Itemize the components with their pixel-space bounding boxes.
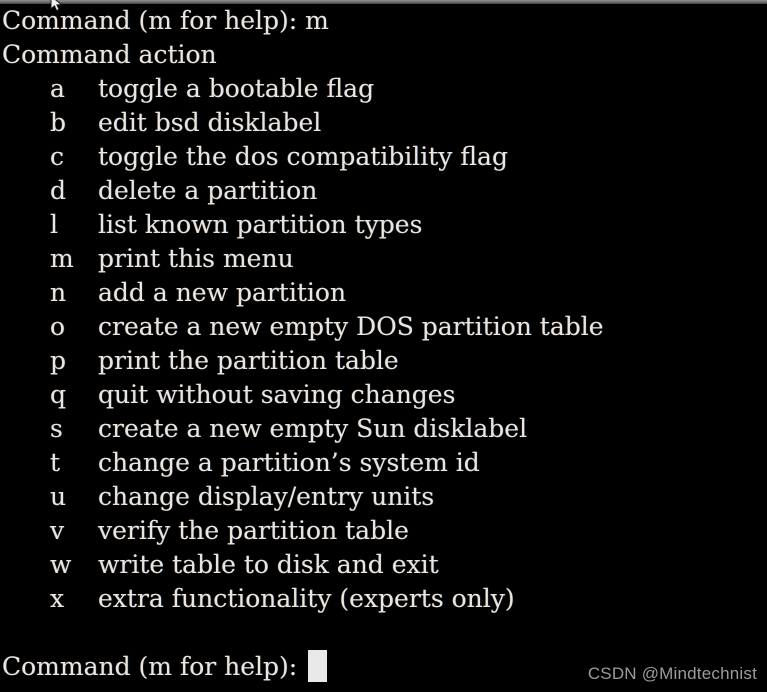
terminal-line-command-action-header: Command action: [2, 40, 217, 69]
menu-item-s: s create a new empty Sun disklabel: [0, 412, 767, 446]
menu-item-v: v verify the partition table: [0, 514, 767, 548]
menu-key-t: t: [50, 448, 61, 477]
menu-item-n: n add a new partition: [0, 276, 767, 310]
menu-desc-b: edit bsd disklabel: [98, 108, 322, 137]
menu-item-o: o create a new empty DOS partition table: [0, 310, 767, 344]
menu-item-t: t change a partition’s system id: [0, 446, 767, 480]
menu-desc-o: create a new empty DOS partition table: [98, 312, 604, 341]
menu-desc-t: change a partition’s system id: [98, 448, 480, 477]
menu-key-w: w: [50, 550, 72, 579]
menu-desc-m: print this menu: [98, 244, 294, 273]
menu-item-u: u change display/entry units: [0, 480, 767, 514]
menu-key-u: u: [50, 482, 67, 511]
menu-desc-d: delete a partition: [98, 176, 318, 205]
menu-key-x: x: [50, 584, 65, 613]
menu-key-c: c: [50, 142, 65, 171]
menu-item-c: c toggle the dos compatibility flag: [0, 140, 767, 174]
menu-item-x: x extra functionality (experts only): [0, 582, 767, 616]
menu-desc-u: change display/entry units: [98, 482, 435, 511]
menu-key-s: s: [50, 414, 63, 443]
menu-key-m: m: [50, 244, 74, 273]
menu-key-l: l: [50, 210, 58, 239]
menu-desc-l: list known partition types: [98, 210, 423, 239]
menu-desc-w: write table to disk and exit: [98, 550, 439, 579]
menu-item-m: m print this menu: [0, 242, 767, 276]
menu-key-n: n: [50, 278, 67, 307]
csdn-watermark: CSDN @Mindtechnist: [587, 664, 757, 683]
menu-desc-q: quit without saving changes: [98, 380, 456, 409]
menu-desc-v: verify the partition table: [98, 516, 409, 545]
menu-item-w: w write table to disk and exit: [0, 548, 767, 582]
menu-desc-c: toggle the dos compatibility flag: [98, 142, 508, 171]
menu-key-p: p: [50, 346, 67, 375]
menu-item-q: q quit without saving changes: [0, 378, 767, 412]
menu-desc-s: create a new empty Sun disklabel: [98, 414, 528, 443]
menu-item-l: l list known partition types: [0, 208, 767, 242]
menu-desc-x: extra functionality (experts only): [98, 584, 515, 613]
menu-key-v: v: [50, 516, 65, 545]
menu-key-a: a: [50, 74, 65, 103]
menu-key-q: q: [50, 380, 67, 409]
menu-key-b: b: [50, 108, 67, 137]
text-block-cursor: [308, 650, 328, 682]
menu-desc-p: print the partition table: [98, 346, 399, 375]
terminal-line-command-echo: Command (m for help): m: [2, 6, 329, 35]
window-title-bar: [0, 0, 767, 4]
menu-desc-a: toggle a bootable flag: [98, 74, 375, 103]
menu-item-d: d delete a partition: [0, 174, 767, 208]
menu-key-d: d: [50, 176, 67, 205]
menu-item-a: a toggle a bootable flag: [0, 72, 767, 106]
terminal-screen[interactable]: Command (m for help): m Command action a…: [0, 4, 767, 692]
menu-desc-n: add a new partition: [98, 278, 347, 307]
menu-item-b: b edit bsd disklabel: [0, 106, 767, 140]
menu-key-o: o: [50, 312, 66, 341]
command-prompt-label: Command (m for help):: [2, 652, 306, 681]
menu-item-p: p print the partition table: [0, 344, 767, 378]
